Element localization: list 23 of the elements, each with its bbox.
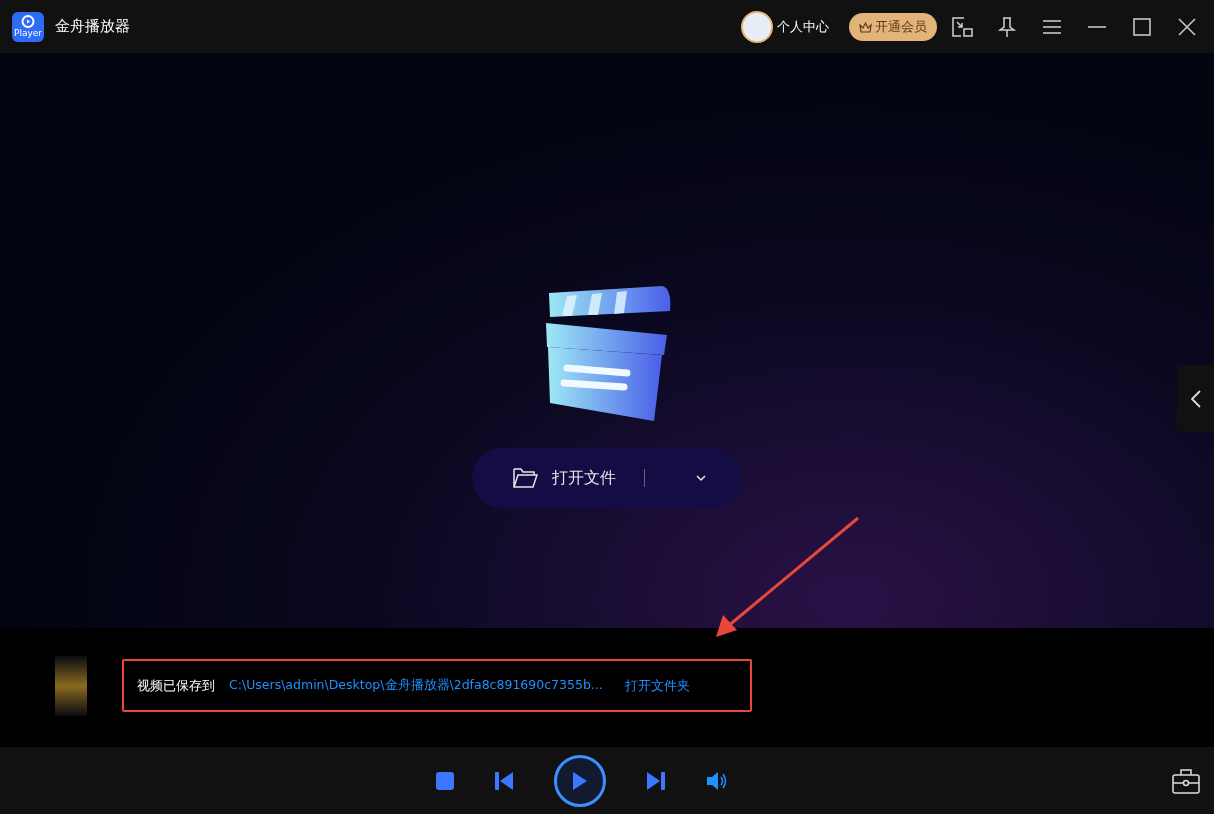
logo-text: Player <box>14 28 42 38</box>
window-title: 金舟播放器 <box>55 16 130 38</box>
toolbox-icon[interactable] <box>1172 767 1200 794</box>
user-center-link[interactable]: 个人中心 <box>777 16 829 37</box>
next-icon[interactable] <box>646 770 666 791</box>
chevron-left-icon <box>1190 389 1201 408</box>
previous-icon[interactable] <box>494 770 514 791</box>
video-thumbnail <box>55 655 87 716</box>
volume-icon[interactable] <box>706 770 728 791</box>
sidebar-toggle-button[interactable] <box>1177 365 1214 432</box>
folder-icon <box>512 467 538 489</box>
vip-button[interactable]: 开通会员 <box>849 12 937 41</box>
stop-icon[interactable] <box>436 771 454 790</box>
open-folder-link[interactable]: 打开文件夹 <box>624 675 690 696</box>
file-path-link[interactable]: C:\Users\admin\Desktop\金舟播放器\2dfa8c891690c7355b... <box>229 676 603 695</box>
open-file-button[interactable]: 打开文件 <box>472 448 742 508</box>
avatar-icon[interactable] <box>741 10 773 43</box>
play-button[interactable] <box>554 754 606 807</box>
saved-label: 视频已保存到 <box>137 676 215 695</box>
play-circle-icon <box>21 15 35 28</box>
chevron-down-icon[interactable] <box>695 474 707 482</box>
crown-icon <box>859 20 872 33</box>
play-icon <box>572 770 588 791</box>
